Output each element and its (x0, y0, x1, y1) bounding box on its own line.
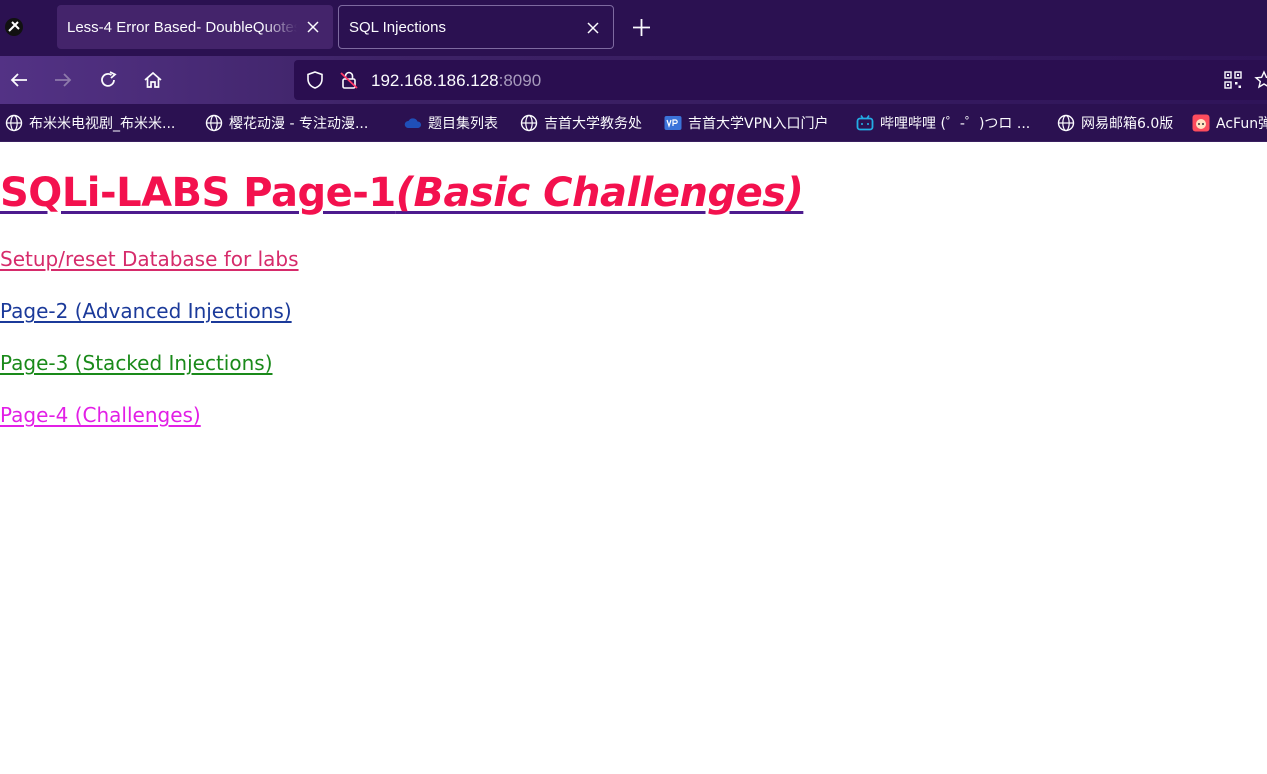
bookmark-item[interactable]: 网易邮箱6.0版 (1057, 113, 1173, 133)
bilibili-icon (856, 115, 874, 131)
forward-arrow-icon[interactable] (53, 70, 73, 90)
qr-code-icon[interactable] (1224, 71, 1242, 89)
page-2-link[interactable]: Page-2 (Advanced Injections) (0, 299, 292, 323)
shield-icon[interactable] (305, 70, 325, 90)
tab-less4[interactable]: Less-4 Error Based- DoubleQuotes (57, 5, 333, 49)
url-text[interactable]: 192.168.186.128:8090 (371, 71, 541, 91)
bookmark-label: 吉首大学VPN入口门户 (688, 116, 829, 132)
acfun-icon (1192, 114, 1210, 132)
bookmark-item[interactable]: 吉首大学VPN入口门户 (664, 113, 829, 133)
close-icon[interactable] (585, 20, 601, 36)
url-port: :8090 (498, 71, 542, 90)
insecure-lock-icon[interactable] (339, 70, 359, 90)
bookmark-label: 网易邮箱6.0版 (1081, 116, 1174, 132)
globe-icon (5, 114, 23, 132)
bookmark-item[interactable]: 哔哩哔哩 (゜-゜)つロ ... (856, 113, 1030, 133)
vpn-icon (664, 116, 682, 130)
reload-icon[interactable] (98, 70, 118, 90)
nav-toolbar: 192.168.186.128:8090 (0, 56, 1267, 104)
bookmark-item[interactable]: 吉首大学教务处 (520, 113, 642, 133)
page-title[interactable]: SQLi-LABS Page-1(Basic Challenges) (0, 170, 804, 216)
cloud-icon (404, 118, 422, 128)
home-icon[interactable] (143, 70, 163, 90)
globe-icon (1057, 114, 1075, 132)
bookmark-item[interactable]: AcFun弹 (1192, 113, 1267, 133)
address-bar[interactable]: 192.168.186.128:8090 (294, 60, 1267, 100)
bookmark-item[interactable]: 题目集列表 (404, 113, 498, 133)
tab-title: Less-4 Error Based- DoubleQuotes (67, 18, 297, 36)
bookmark-label: 哔哩哔哩 (゜-゜)つロ ... (880, 116, 1031, 132)
bookmark-label: 樱花动漫 - 专注动漫... (229, 116, 369, 132)
bookmark-label: 吉首大学教务处 (544, 116, 642, 132)
page-4-link[interactable]: Page-4 (Challenges) (0, 403, 201, 427)
globe-icon (205, 114, 223, 132)
bookmark-label: AcFun弹 (1216, 116, 1267, 132)
page-title-sub: (Basic Challenges) (395, 170, 804, 216)
back-arrow-icon[interactable] (9, 70, 29, 90)
app-logo-icon[interactable] (4, 17, 24, 37)
tab-sql-injections[interactable]: SQL Injections (338, 5, 614, 49)
bookmark-label: 题目集列表 (428, 116, 498, 132)
setup-reset-database-link[interactable]: Setup/reset Database for labs (0, 247, 299, 271)
globe-icon (520, 114, 538, 132)
new-tab-plus-icon[interactable] (632, 18, 651, 37)
bookmark-item[interactable]: 布米米电视剧_布米米... (5, 113, 175, 133)
page-content: SQLi-LABS Page-1(Basic Challenges) Setup… (0, 142, 1267, 774)
url-host: 192.168.186.128 (371, 71, 499, 90)
tab-strip: Less-4 Error Based- DoubleQuotes SQL Inj… (0, 0, 1267, 56)
bookmark-item[interactable]: 樱花动漫 - 专注动漫... (205, 113, 368, 133)
bookmark-star-icon[interactable] (1254, 70, 1267, 90)
bookmarks-bar: 布米米电视剧_布米米... 樱花动漫 - 专注动漫... 题目集列表 吉首大学教… (0, 104, 1267, 142)
page-3-link[interactable]: Page-3 (Stacked Injections) (0, 351, 273, 375)
bookmark-label: 布米米电视剧_布米米... (29, 116, 176, 132)
page-title-main: SQLi-LABS Page-1 (0, 170, 396, 216)
tab-title: SQL Injections (349, 18, 446, 36)
close-icon[interactable] (305, 19, 321, 35)
